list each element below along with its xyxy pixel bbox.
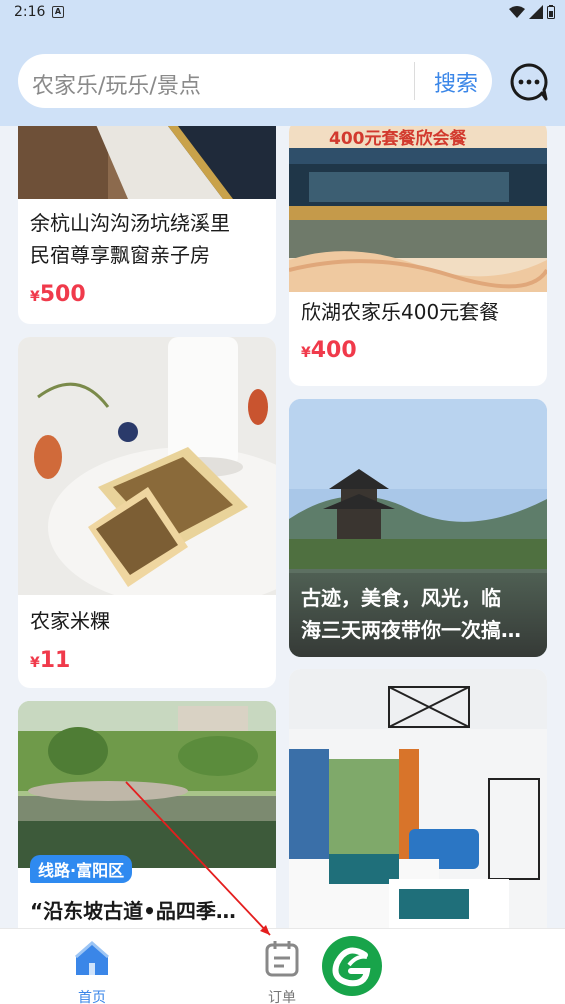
product-title: 古迹，美食，风光，临 海三天两夜带你一次搞…	[301, 582, 535, 646]
tab-orders-label: 订单	[268, 990, 296, 1004]
product-title-line: 民宿尊享飘窗亲子房	[30, 243, 210, 267]
currency-symbol: ¥	[30, 289, 40, 305]
search-button[interactable]: 搜索	[424, 66, 488, 96]
product-title-line: “沿东坡古道•品四季…	[30, 899, 236, 923]
product-title: 欣湖农家乐400元套餐	[301, 296, 499, 328]
product-card[interactable]: 古迹，美食，风光，临 海三天两夜带你一次搞…	[289, 399, 547, 657]
product-price: ¥400	[301, 338, 357, 363]
product-title-line: 余杭山沟沟汤坑绕溪里	[30, 211, 230, 235]
tab-orders[interactable]: 订单	[242, 935, 322, 1004]
status-time: 2:16	[14, 4, 46, 20]
product-title-line: 海三天两夜带你一次搞…	[301, 618, 521, 642]
search-divider	[414, 62, 415, 100]
orders-icon	[265, 941, 299, 977]
product-title: 农家米粿	[30, 605, 110, 637]
message-icon[interactable]	[509, 62, 549, 102]
status-indicators	[509, 5, 555, 19]
product-title-line: 欣湖农家乐400元套餐	[301, 300, 500, 324]
product-card[interactable]	[289, 669, 547, 928]
product-image	[289, 669, 547, 928]
product-image	[18, 701, 276, 868]
status-bar: 2:16 A	[0, 0, 565, 26]
product-card[interactable]: 400元套餐欣会餐 欣湖农家乐400元套餐 ¥400	[289, 126, 547, 386]
battery-icon	[547, 5, 555, 19]
banner-text: 400元套餐欣会餐	[329, 129, 467, 149]
header: 农家乐/玩乐/景点 搜索	[0, 26, 565, 126]
product-card[interactable]: 线路·富阳区 “沿东坡古道•品四季…	[18, 701, 276, 928]
route-badge: 线路·富阳区	[30, 855, 133, 883]
tab-home-label: 首页	[78, 990, 106, 1004]
product-price: ¥11	[30, 648, 70, 673]
product-title-line: 古迹，美食，风光，临	[301, 586, 501, 610]
product-feed: 余杭山沟沟汤坑绕溪里 民宿尊享飘窗亲子房 ¥500 农家米粿 ¥11 线路·富阳…	[0, 126, 565, 928]
product-title-line: 农家米粿	[30, 609, 110, 633]
product-card[interactable]: 农家米粿 ¥11	[18, 337, 276, 688]
product-title: “沿东坡古道•品四季…	[30, 895, 236, 927]
app-notification-icon: A	[52, 6, 64, 18]
product-title: 余杭山沟沟汤坑绕溪里 民宿尊享飘窗亲子房	[30, 207, 230, 271]
bottom-tab-bar: 首页 订单	[0, 928, 565, 1004]
search-box[interactable]: 农家乐/玩乐/景点 搜索	[18, 54, 492, 108]
currency-symbol: ¥	[30, 655, 40, 671]
price-value: 400	[310, 338, 357, 363]
price-value: 11	[39, 648, 71, 673]
product-price: ¥500	[30, 282, 86, 307]
home-icon	[75, 941, 109, 975]
product-image	[18, 337, 276, 595]
search-input[interactable]: 农家乐/玩乐/景点	[32, 68, 201, 100]
price-value: 500	[39, 282, 86, 307]
product-image	[18, 126, 276, 199]
tab-home[interactable]: 首页	[52, 935, 132, 1004]
product-card[interactable]: 余杭山沟沟汤坑绕溪里 民宿尊享飘窗亲子房 ¥500	[18, 126, 276, 324]
currency-symbol: ¥	[301, 345, 311, 361]
signal-icon	[529, 5, 543, 19]
product-image	[289, 126, 547, 292]
brand-logo-icon[interactable]	[321, 935, 383, 997]
wifi-icon	[509, 6, 525, 18]
